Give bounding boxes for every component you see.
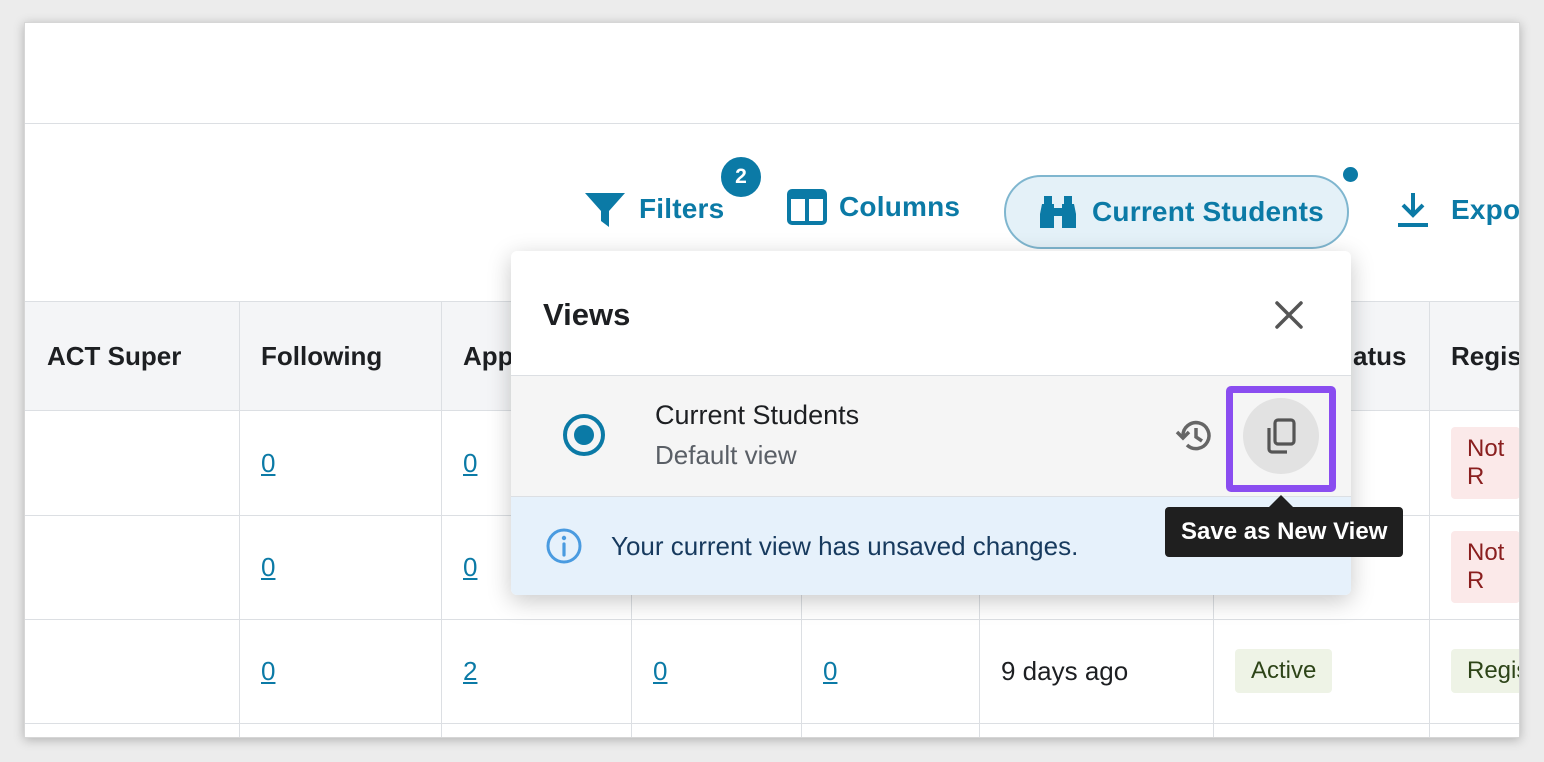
filters-button[interactable]: Filters <box>583 189 724 229</box>
close-icon[interactable] <box>1269 295 1309 335</box>
table-row: 0 <box>631 619 667 723</box>
applications-count-link[interactable]: 0 <box>463 552 477 583</box>
following-count-link[interactable]: 0 <box>261 552 275 583</box>
table-row: 2 <box>441 619 477 723</box>
view-list-item[interactable]: Current Students Default view <box>511 375 1351 497</box>
status-badge: Active <box>1235 649 1333 693</box>
table-row: 0 <box>441 515 477 619</box>
tooltip-arrow <box>1269 495 1293 507</box>
export-button[interactable]: Expor <box>1395 191 1520 229</box>
table-row: 0 <box>801 619 837 723</box>
binoculars-icon <box>1040 196 1076 228</box>
info-icon <box>546 528 582 564</box>
view-name: Current Students <box>655 400 860 430</box>
following-count-link[interactable]: 0 <box>261 656 275 687</box>
tooltip: Save as New View <box>1165 507 1404 557</box>
column-header-act-super[interactable]: ACT Super <box>25 301 239 411</box>
table-row: 0 <box>239 515 275 619</box>
row-divider <box>25 723 1519 724</box>
table-row: Active <box>1213 619 1333 723</box>
table-row: 0 <box>239 411 275 515</box>
unsaved-indicator-dot <box>1343 167 1358 182</box>
last-activity-text: 9 days ago <box>1001 655 1129 686</box>
table-row: 0 <box>441 411 477 515</box>
filters-label: Filters <box>639 193 725 224</box>
count-link[interactable]: 0 <box>653 656 667 687</box>
copy-icon <box>1267 418 1296 454</box>
table-row: 0 <box>239 619 275 723</box>
app-window: Filters 2 Columns Current Students Expor… <box>24 22 1520 738</box>
notice-text: Your current view has unsaved changes. <box>611 531 1079 561</box>
columns-icon <box>787 189 827 225</box>
view-radio[interactable] <box>563 414 605 456</box>
table-row: Regis <box>1429 619 1519 723</box>
table-row: 9 days ago <box>979 619 1128 723</box>
divider <box>25 123 1519 124</box>
view-subtitle: Default view <box>655 440 797 470</box>
applications-count-link[interactable]: 0 <box>463 448 477 479</box>
current-view-label: Current Students <box>1092 196 1324 227</box>
columns-label: Columns <box>839 191 961 222</box>
download-icon <box>1398 193 1428 227</box>
filters-count-badge: 2 <box>719 155 763 199</box>
count-link[interactable]: 0 <box>823 656 837 687</box>
table-row: Not R <box>1429 411 1519 515</box>
columns-button[interactable]: Columns <box>787 189 960 225</box>
following-count-link[interactable]: 0 <box>261 448 275 479</box>
export-label: Expor <box>1451 194 1520 225</box>
views-title: Views <box>543 297 631 332</box>
applications-count-link[interactable]: 2 <box>463 656 477 687</box>
current-view-button[interactable]: Current Students <box>1004 175 1349 249</box>
table-row: Not R <box>1429 515 1519 619</box>
column-header-following[interactable]: Following <box>239 301 441 411</box>
save-as-new-view-button[interactable] <box>1243 398 1319 474</box>
registration-badge: Not R <box>1451 427 1519 499</box>
registration-badge: Regis <box>1451 649 1519 693</box>
history-icon[interactable] <box>1175 416 1215 456</box>
filter-icon <box>585 193 625 227</box>
column-header-registration[interactable]: Regis <box>1429 301 1519 411</box>
registration-badge: Not R <box>1451 531 1519 603</box>
